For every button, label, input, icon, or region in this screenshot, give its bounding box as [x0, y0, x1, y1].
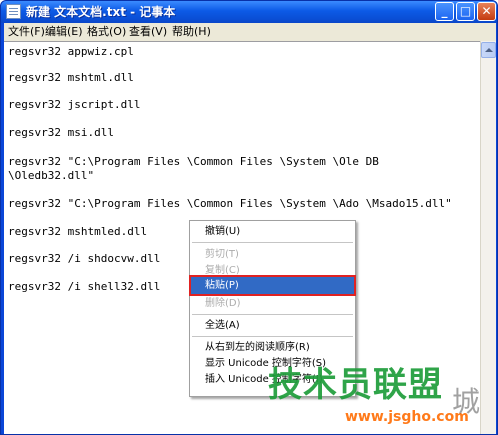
watermark-seal: 城: [452, 385, 481, 418]
title-bar[interactable]: 新建 文本文档.txt - 记事本 _ □ ✕: [1, 1, 497, 23]
text-line: regsvr32 appwiz.cpl: [8, 45, 134, 58]
notepad-icon: [6, 4, 21, 19]
scroll-up-arrow-icon[interactable]: [481, 42, 496, 58]
menu-separator: [192, 242, 353, 243]
menu-help[interactable]: 帮助(H): [172, 25, 211, 39]
menu-item-delete[interactable]: 删除(D): [205, 297, 241, 310]
text-line: regsvr32 msi.dll: [8, 126, 114, 139]
close-button[interactable]: ✕: [477, 2, 496, 21]
vertical-scrollbar[interactable]: [480, 41, 496, 434]
menu-separator: [192, 336, 353, 337]
text-line: regsvr32 /i shell32.dll: [8, 280, 161, 293]
menu-item-rtl-reading[interactable]: 从右到左的阅读顺序(R): [205, 341, 310, 354]
menu-bar: 文件(F) 编辑(E) 格式(O) 查看(V) 帮助(H): [4, 23, 496, 41]
menu-item-paste[interactable]: 粘贴(P): [205, 279, 239, 292]
text-line: \Oledb32.dll": [8, 169, 95, 182]
text-line: regsvr32 mshtmled.dll: [8, 225, 148, 238]
minimize-button[interactable]: _: [435, 2, 454, 21]
maximize-button[interactable]: □: [456, 2, 475, 21]
text-line: regsvr32 jscript.dll: [8, 98, 141, 111]
menu-item-select-all[interactable]: 全选(A): [205, 319, 240, 332]
text-line: regsvr32 "C:\Program Files \Common Files…: [8, 155, 379, 168]
text-line: regsvr32 /i shdocvw.dll: [8, 252, 161, 265]
menu-item-copy[interactable]: 复制(C): [205, 264, 240, 277]
watermark-logo: 技术员联盟: [268, 365, 443, 405]
menu-item-undo[interactable]: 撤销(U): [205, 225, 240, 238]
menu-view[interactable]: 查看(V): [129, 25, 167, 39]
text-line: regsvr32 mshtml.dll: [8, 71, 134, 84]
menu-separator: [192, 314, 353, 315]
menu-file[interactable]: 文件(F): [8, 25, 45, 39]
menu-edit[interactable]: 编辑(E): [45, 25, 83, 39]
menu-item-cut[interactable]: 剪切(T): [205, 248, 239, 261]
text-line: regsvr32 "C:\Program Files \Common Files…: [8, 197, 452, 210]
watermark-url: www.jsgho.com: [345, 409, 469, 425]
menu-format[interactable]: 格式(O): [87, 25, 126, 39]
window-title: 新建 文本文档.txt - 记事本: [26, 5, 176, 19]
